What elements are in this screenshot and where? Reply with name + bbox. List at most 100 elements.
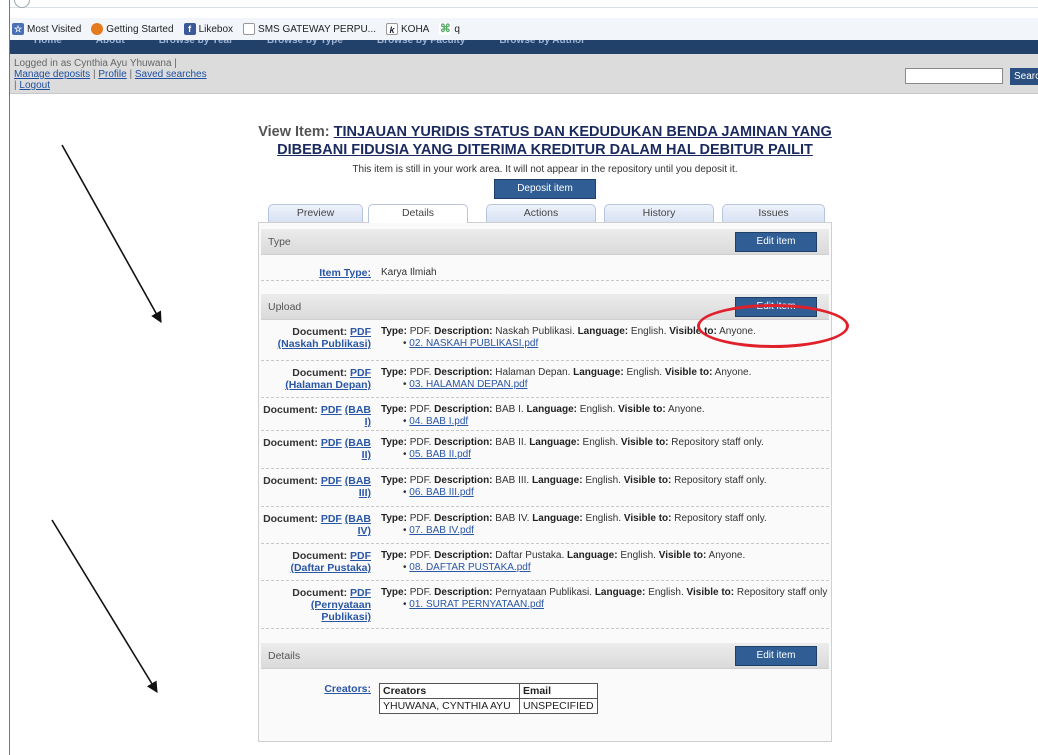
page-icon xyxy=(243,23,256,35)
document-text: Document: xyxy=(292,550,348,562)
bookmark-getting-started[interactable]: Getting Started xyxy=(91,23,174,35)
type-key: Type: xyxy=(381,587,407,598)
file-link[interactable]: 01. SURAT PERNYATAAN.pdf xyxy=(409,599,544,610)
document-name-link[interactable]: (Halaman Depan) xyxy=(285,379,371,391)
browser-back-icon[interactable] xyxy=(14,0,30,8)
section-header-type: Type Edit item xyxy=(261,229,829,255)
description-value: BAB III. xyxy=(495,475,530,486)
edit-item-button[interactable]: Edit item xyxy=(735,646,817,666)
document-name-link[interactable]: (Daftar Pustaka) xyxy=(290,562,371,574)
document-name-link[interactable]: (Pernyataan Publikasi) xyxy=(311,599,371,623)
edit-item-button[interactable]: Edit item xyxy=(735,297,817,317)
visible-key: Visible to: xyxy=(623,475,672,486)
pdf-link[interactable]: PDF xyxy=(350,550,371,562)
document-row: Document: PDF (Pernyataan Publikasi) Type… xyxy=(261,581,829,629)
nav-home[interactable]: Home xyxy=(34,40,62,54)
visible-value: Anyone. xyxy=(714,367,752,378)
nav-browse-faculty[interactable]: Browse by Faculty xyxy=(377,40,465,54)
description-value: Halaman Depan. xyxy=(495,367,571,378)
description-value: BAB II. xyxy=(495,437,527,448)
document-text: Document: xyxy=(263,404,318,416)
document-info: Type: PDF. Description: Naskah Publikasi… xyxy=(381,326,829,350)
document-name-link[interactable]: (Naskah Publikasi) xyxy=(278,338,371,350)
nav-browse-type[interactable]: Browse by Type xyxy=(267,40,343,54)
tab-preview[interactable]: Preview xyxy=(268,204,363,222)
visible-value: Anyone. xyxy=(708,550,746,561)
tab-issues[interactable]: Issues xyxy=(722,204,825,222)
document-info: Type: PDF. Description: BAB III. Languag… xyxy=(381,475,829,499)
language-value: English. xyxy=(585,475,621,486)
description-value: Pernyataan Publikasi. xyxy=(495,587,593,598)
tab-actions[interactable]: Actions xyxy=(486,204,596,222)
saved-searches-link[interactable]: Saved searches xyxy=(135,69,207,80)
q-icon: ⌘ xyxy=(439,23,452,35)
file-link[interactable]: 03. HALAMAN DEPAN.pdf xyxy=(409,379,527,390)
pdf-link[interactable]: PDF xyxy=(321,404,342,416)
bookmark-q[interactable]: ⌘ q xyxy=(439,23,460,35)
table-row: YHUWANA, CYNTHIA AYU UNSPECIFIED xyxy=(379,698,598,714)
creators-link[interactable]: Creators: xyxy=(324,683,371,695)
pdf-link[interactable]: PDF xyxy=(350,326,371,338)
bookmark-koha[interactable]: k KOHA xyxy=(386,23,429,35)
type-value: PDF. xyxy=(409,404,432,415)
nav-browse-author[interactable]: Browse by Author xyxy=(499,40,585,54)
creators-table: Creators Email YHUWANA, CYNTHIA AYU UNSP… xyxy=(379,683,598,714)
nav-browse-year[interactable]: Browse by Year xyxy=(159,40,233,54)
work-area-notice: This item is still in your work area. It… xyxy=(352,164,738,175)
file-link[interactable]: 02. NASKAH PUBLIKASI.pdf xyxy=(409,338,538,349)
search-button[interactable]: Search xyxy=(1010,68,1038,85)
title-link-line2[interactable]: DIBEBANI FIDUSIA YANG DITERIMA KREDITUR … xyxy=(277,142,813,158)
pdf-link[interactable]: PDF xyxy=(350,367,371,379)
bookmark-likebox[interactable]: f Likebox xyxy=(183,23,233,35)
edit-item-button[interactable]: Edit item xyxy=(735,232,817,252)
logged-in-text: Logged in as Cynthia Ayu Yhuwana | xyxy=(14,58,177,69)
tab-bar: Preview Details Actions History Issues xyxy=(258,204,832,223)
description-key: Description: xyxy=(434,587,493,598)
pdf-link[interactable]: PDF xyxy=(321,475,342,487)
file-item: • 01. SURAT PERNYATAAN.pdf xyxy=(403,599,544,610)
file-link[interactable]: 04. BAB I.pdf xyxy=(409,416,468,427)
visible-value: Anyone. xyxy=(667,404,705,415)
tab-history[interactable]: History xyxy=(604,204,714,222)
type-value: PDF. xyxy=(409,550,432,561)
item-type-link[interactable]: Item Type: xyxy=(319,267,371,279)
language-value: English. xyxy=(582,437,619,448)
deposit-item-button[interactable]: Deposit item xyxy=(494,179,596,199)
document-info: Type: PDF. Description: Pernyataan Publi… xyxy=(381,587,829,611)
profile-link[interactable]: Profile xyxy=(98,69,126,80)
document-name-link[interactable]: (BAB IV) xyxy=(345,513,371,537)
pdf-link[interactable]: PDF xyxy=(321,513,342,525)
file-link[interactable]: 05. BAB II.pdf xyxy=(409,449,471,460)
file-link[interactable]: 08. DAFTAR PUSTAKA.pdf xyxy=(409,562,530,573)
file-link[interactable]: 06. BAB III.pdf xyxy=(409,487,473,498)
type-value: PDF. xyxy=(409,513,432,524)
bookmark-most-visited[interactable]: ☆ Most Visited xyxy=(12,23,81,35)
separator: | xyxy=(92,69,96,80)
bookmarks-bar: ☆ Most Visited Getting Started f Likebox S… xyxy=(10,18,1038,40)
description-value: Daftar Pustaka. xyxy=(495,550,565,561)
description-key: Description: xyxy=(434,513,493,524)
document-text: Document: xyxy=(263,437,318,449)
file-link[interactable]: 07. BAB IV.pdf xyxy=(409,525,474,536)
pdf-link[interactable]: PDF xyxy=(350,587,371,599)
item-type-row: Item Type: Karya Ilmiah xyxy=(261,255,829,281)
search-input[interactable] xyxy=(905,68,1003,84)
manage-deposits-link[interactable]: Manage deposits xyxy=(14,69,90,80)
visible-key: Visible to: xyxy=(658,550,707,561)
type-value: PDF. xyxy=(409,367,432,378)
document-name-link[interactable]: (BAB II) xyxy=(345,437,371,461)
document-label: Document: PDF (Halaman Depan) xyxy=(259,367,371,391)
language-key: Language: xyxy=(531,475,583,486)
bookmark-sms-gateway[interactable]: SMS GATEWAY PERPU... xyxy=(243,23,376,35)
nav-about[interactable]: About xyxy=(96,40,125,54)
document-name-link[interactable]: (BAB I) xyxy=(345,404,371,428)
tab-details[interactable]: Details xyxy=(368,204,468,223)
visible-value: Repository staff only xyxy=(736,587,828,598)
pdf-link[interactable]: PDF xyxy=(321,437,342,449)
title-link-line1[interactable]: TINJAUAN YURIDIS STATUS DAN KEDUDUKAN BE… xyxy=(334,124,832,140)
document-label: Document: PDF (BAB IV) xyxy=(259,513,371,537)
document-label: Document: PDF (BAB III) xyxy=(259,475,371,499)
language-value: English. xyxy=(630,326,667,337)
logout-link[interactable]: Logout xyxy=(19,80,50,91)
document-name-link[interactable]: (BAB III) xyxy=(345,475,371,499)
